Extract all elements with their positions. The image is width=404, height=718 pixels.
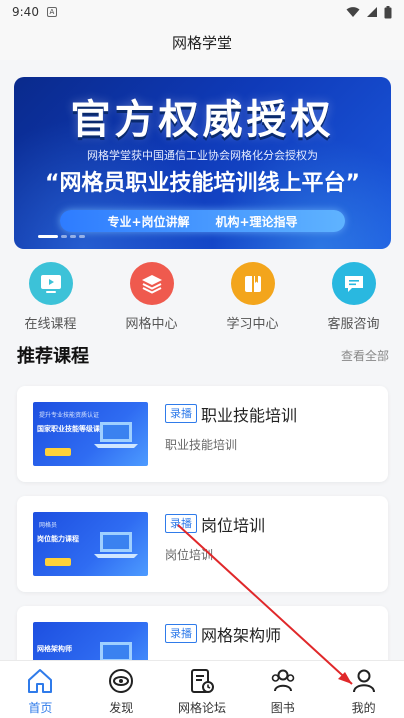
nav-label: 首页 [28, 701, 53, 715]
status-icons [346, 5, 392, 19]
banner-pill: 专业+岗位讲解 机构+理论指导 [60, 210, 345, 232]
course-thumbnail: 提升专业技能资质认证 国家职业技能等级课程 [33, 402, 148, 466]
quick-item-grid-center[interactable]: 网格中心 [101, 262, 202, 332]
banner-title: 官方权威授权 [70, 97, 335, 143]
quick-item-study-center[interactable]: 学习中心 [202, 262, 303, 332]
banner-subtitle: 网格学堂获中国通信工业协会网格化分会授权为 [87, 149, 318, 162]
notification-icon: A [46, 7, 57, 17]
course-card[interactable]: 网格员 岗位能力课程 录播 岗位培训 岗位培训 [17, 496, 388, 592]
quick-menu: 在线课程 网格中心 学习中心 客服咨询 [0, 262, 404, 332]
nav-label: 发现 [109, 701, 134, 715]
signal-icon [367, 7, 377, 17]
title-bar: 网格学堂 [0, 24, 404, 60]
thumb-caption: 提升专业技能资质认证 [39, 412, 100, 419]
bottom-nav: 首页 发现 网格论坛 图书 我的 [0, 660, 404, 718]
quick-item-label: 学习中心 [226, 317, 279, 332]
pagination-dot[interactable] [79, 235, 85, 238]
status-bar: 9:40 A [0, 0, 404, 24]
banner-pill-right: 机构+理论指导 [215, 214, 298, 229]
nav-label: 网格论坛 [177, 701, 226, 715]
course-card[interactable]: 提升专业技能资质认证 国家职业技能等级课程 录播 职业技能培训 职业技能培训 [17, 386, 388, 482]
nav-item-home[interactable]: 首页 [0, 661, 81, 718]
section-title: 推荐课程 [17, 346, 89, 367]
nav-item-mine[interactable]: 我的 [323, 661, 404, 718]
course-name: 岗位培训 [201, 516, 266, 535]
layers-icon [129, 262, 174, 305]
eye-icon [109, 669, 134, 693]
thumb-title: 网格架构师 [37, 645, 72, 653]
course-desc: 职业技能培训 [165, 438, 238, 452]
course-tag: 录播 [165, 624, 197, 643]
quick-item-label: 在线课程 [24, 317, 77, 332]
banner-pill-left: 专业+岗位讲解 [107, 214, 190, 229]
thumb-button [45, 448, 71, 456]
banner-headline: “网格员职业技能培训线上平台” [45, 171, 360, 196]
laptop-illustration-icon [94, 422, 138, 448]
course-name: 职业技能培训 [201, 406, 298, 425]
app-screen: 9:40 A 网格学堂 官方权威授权 网格学堂获中国通信工业协会网格化分会授权为… [0, 0, 404, 718]
course-tag: 录播 [165, 514, 197, 533]
quick-item-customer-service[interactable]: 客服咨询 [303, 262, 404, 332]
quick-item-online-course[interactable]: 在线课程 [0, 262, 101, 332]
play-screen-icon [28, 262, 73, 305]
recommend-header: 推荐课程 查看全部 [17, 343, 389, 367]
laptop-illustration-icon [94, 532, 138, 558]
pagination-dot[interactable] [61, 235, 67, 238]
chat-icon [331, 262, 376, 305]
profile-icon [352, 669, 375, 693]
course-desc: 岗位培训 [165, 548, 214, 562]
home-icon [28, 669, 53, 693]
users-icon [271, 669, 295, 692]
thumb-title: 岗位能力课程 [37, 535, 79, 543]
nav-item-discover[interactable]: 发现 [81, 661, 162, 718]
view-all-link[interactable]: 查看全部 [341, 347, 389, 364]
quick-item-label: 网格中心 [125, 317, 178, 332]
nav-label: 我的 [351, 701, 376, 715]
thumb-button [45, 558, 71, 566]
forum-icon [190, 669, 214, 693]
nav-item-forum[interactable]: 网格论坛 [162, 661, 243, 718]
status-time: 9:40 [12, 5, 39, 19]
book-icon [230, 262, 275, 305]
thumb-caption: 网格员 [39, 522, 58, 529]
course-tag: 录播 [165, 404, 197, 423]
page-title: 网格学堂 [171, 33, 232, 52]
pagination-dot[interactable] [38, 235, 58, 238]
promo-banner[interactable]: 官方权威授权 网格学堂获中国通信工业协会网格化分会授权为 “网格员职业技能培训线… [14, 77, 391, 249]
nav-item-books[interactable]: 图书 [242, 661, 323, 718]
battery-icon [384, 5, 392, 18]
pagination-dot[interactable] [70, 235, 76, 238]
wifi-icon [346, 7, 360, 17]
nav-label: 图书 [270, 701, 295, 715]
course-thumbnail: 网格员 岗位能力课程 [33, 512, 148, 576]
quick-item-label: 客服咨询 [327, 317, 380, 332]
banner-pagination [38, 235, 85, 238]
course-name: 网格架构师 [201, 626, 282, 645]
